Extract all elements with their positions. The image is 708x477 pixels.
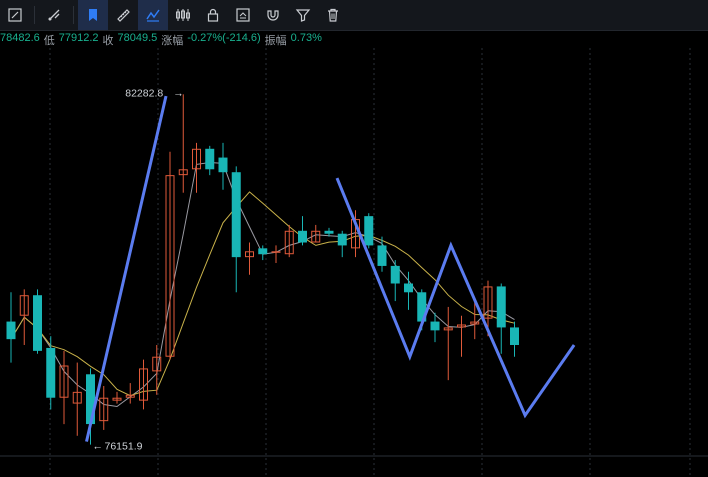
change-label: 涨幅: [161, 35, 184, 47]
candle-body: [218, 157, 228, 173]
candle-body: [510, 327, 519, 345]
candle-body: [46, 347, 56, 398]
lock-icon[interactable]: [198, 0, 228, 30]
low-price-arrow: ←: [93, 441, 104, 453]
trend-drawing-line[interactable]: [335, 177, 576, 419]
trend-drawing-line[interactable]: [85, 95, 168, 442]
ruler-pencil-icon[interactable]: [0, 0, 30, 30]
chart-grid: [0, 48, 708, 477]
close-label: 收: [102, 35, 114, 47]
low-price-label: 76151.9: [105, 441, 143, 453]
candle-body: [271, 251, 281, 253]
candle-body: [364, 216, 374, 246]
candle-body: [324, 230, 334, 234]
amplitude-label: 振幅: [264, 35, 287, 47]
close-value: 78049.5: [117, 32, 158, 44]
ma-slow-line: [10, 191, 515, 397]
low-value: 77912.2: [58, 32, 99, 44]
candle-body: [298, 230, 307, 243]
edit-box-icon[interactable]: [228, 0, 258, 30]
amplitude-value: 0.73%: [290, 32, 322, 44]
candle-body: [33, 295, 42, 351]
high-price-label: 82282.8: [125, 87, 163, 99]
moving-average-lines: [10, 161, 515, 408]
candle-body: [258, 248, 268, 255]
open-value: 78482.6: [0, 32, 40, 44]
candle-body: [496, 286, 506, 328]
bookmark-icon[interactable]: [78, 0, 108, 30]
high-price-arrow: →: [173, 87, 184, 99]
candlestick-chart[interactable]: 82282.8 → ← 76151.9: [0, 48, 708, 477]
drawing-toolbar: [0, 0, 708, 31]
toolbar-separator: [73, 6, 74, 24]
candle-body: [377, 245, 387, 266]
drawing-layer[interactable]: [85, 95, 576, 442]
brush-icon[interactable]: [39, 0, 69, 30]
candle-body: [430, 321, 440, 331]
candle-body: [390, 265, 400, 284]
change-value: -0.27%(-214.6): [187, 32, 261, 44]
candle-body: [6, 321, 16, 340]
filter-icon[interactable]: [288, 0, 318, 30]
candle-body: [231, 172, 241, 258]
chart-app: 78482.6 低 77912.2 收 78049.5 涨幅 -0.27%(-2…: [0, 0, 708, 477]
candle-body: [205, 148, 215, 170]
quote-info-bar: 78482.6 低 77912.2 收 78049.5 涨幅 -0.27%(-2…: [0, 32, 322, 48]
candle-body: [337, 233, 347, 246]
magnet-icon[interactable]: [258, 0, 288, 30]
candle-body: [404, 283, 413, 293]
ruler-icon[interactable]: [108, 0, 138, 30]
low-label: 低: [43, 35, 55, 47]
candles-icon[interactable]: [168, 0, 198, 30]
draw-line-icon[interactable]: [138, 0, 168, 30]
trash-icon[interactable]: [318, 0, 348, 30]
toolbar-separator: [34, 6, 35, 24]
